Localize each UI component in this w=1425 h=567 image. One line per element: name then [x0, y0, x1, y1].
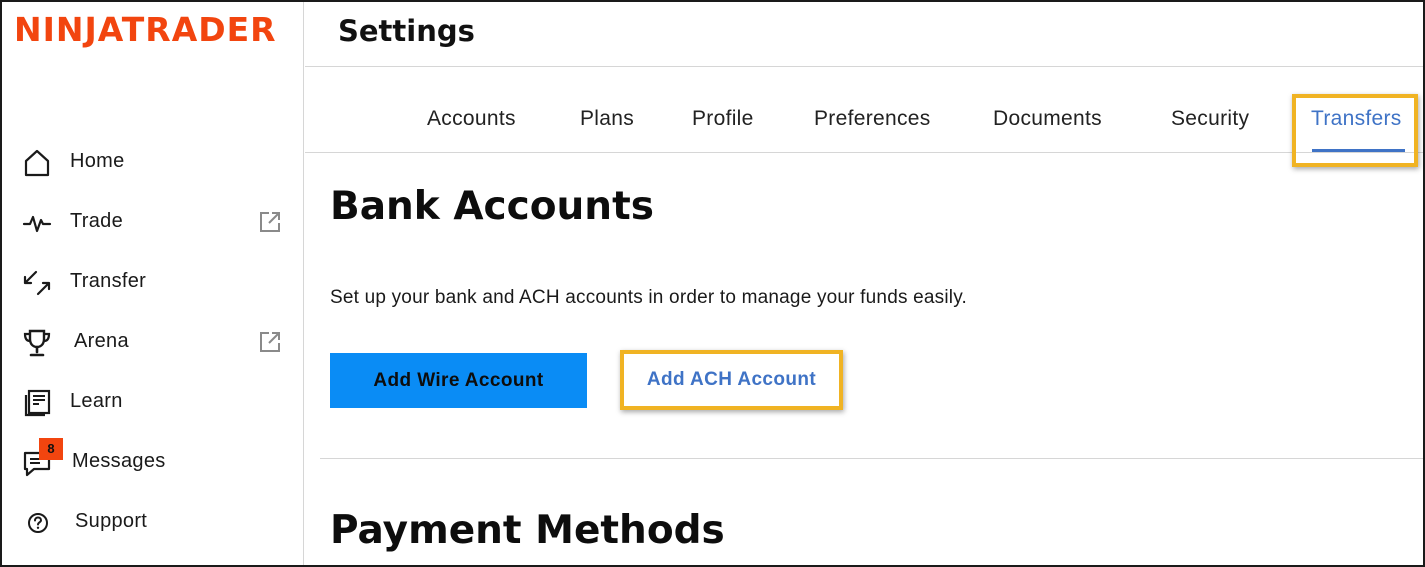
sidebar-item-label: Support	[75, 510, 148, 532]
tab-accounts[interactable]: Accounts	[427, 107, 516, 131]
sidebar-item-label: Trade	[70, 210, 124, 232]
book-icon	[22, 388, 52, 418]
sidebar-item-label: Arena	[74, 330, 129, 352]
messages-count-badge: 8	[39, 438, 63, 460]
sidebar-item-label: Home	[70, 150, 125, 172]
ninjatrader-logo[interactable]: NINJATRADER	[14, 10, 277, 49]
tab-plans[interactable]: Plans	[580, 107, 634, 131]
sidebar-item-label: Messages	[72, 450, 166, 472]
sidebar-item-arena[interactable]: Arena	[2, 312, 302, 372]
sidebar-item-support[interactable]: Support	[2, 492, 302, 552]
sidebar-nav: Home Trade Transfer Arena Learn 8 Messag…	[2, 132, 302, 552]
pulse-icon	[22, 208, 52, 238]
tab-security[interactable]: Security	[1171, 107, 1249, 131]
payment-methods-heading: Payment Methods	[330, 508, 725, 553]
sidebar-item-label: Learn	[70, 390, 123, 412]
external-link-icon[interactable]	[258, 330, 282, 354]
transfer-arrows-icon	[22, 268, 52, 298]
app-window: NINJATRADER Home Trade Transfer Arena Le…	[0, 0, 1425, 567]
tab-documents[interactable]: Documents	[993, 107, 1102, 131]
bank-accounts-description: Set up your bank and ACH accounts in ord…	[330, 287, 967, 308]
external-link-icon[interactable]	[258, 210, 282, 234]
add-wire-account-button[interactable]: Add Wire Account	[330, 353, 587, 408]
settings-tabs: Accounts Plans Profile Preferences Docum…	[305, 67, 1423, 167]
page-title: Settings	[338, 14, 475, 48]
tab-profile[interactable]: Profile	[692, 107, 754, 131]
sidebar: NINJATRADER Home Trade Transfer Arena Le…	[2, 2, 304, 565]
bank-accounts-heading: Bank Accounts	[330, 184, 654, 229]
sidebar-item-trade[interactable]: Trade	[2, 192, 302, 252]
tab-preferences[interactable]: Preferences	[814, 107, 931, 131]
help-circle-icon	[22, 508, 52, 538]
trophy-icon	[22, 328, 52, 358]
sidebar-item-transfer[interactable]: Transfer	[2, 252, 302, 312]
tab-transfers[interactable]: Transfers	[1311, 107, 1402, 131]
sidebar-item-label: Transfer	[70, 270, 147, 292]
home-icon	[22, 148, 52, 178]
sidebar-item-messages[interactable]: 8 Messages	[2, 432, 302, 492]
sidebar-item-learn[interactable]: Learn	[2, 372, 302, 432]
add-ach-account-button[interactable]: Add ACH Account	[620, 350, 843, 410]
active-tab-indicator	[1312, 149, 1405, 152]
section-divider	[320, 458, 1423, 459]
sidebar-item-home[interactable]: Home	[2, 132, 302, 192]
